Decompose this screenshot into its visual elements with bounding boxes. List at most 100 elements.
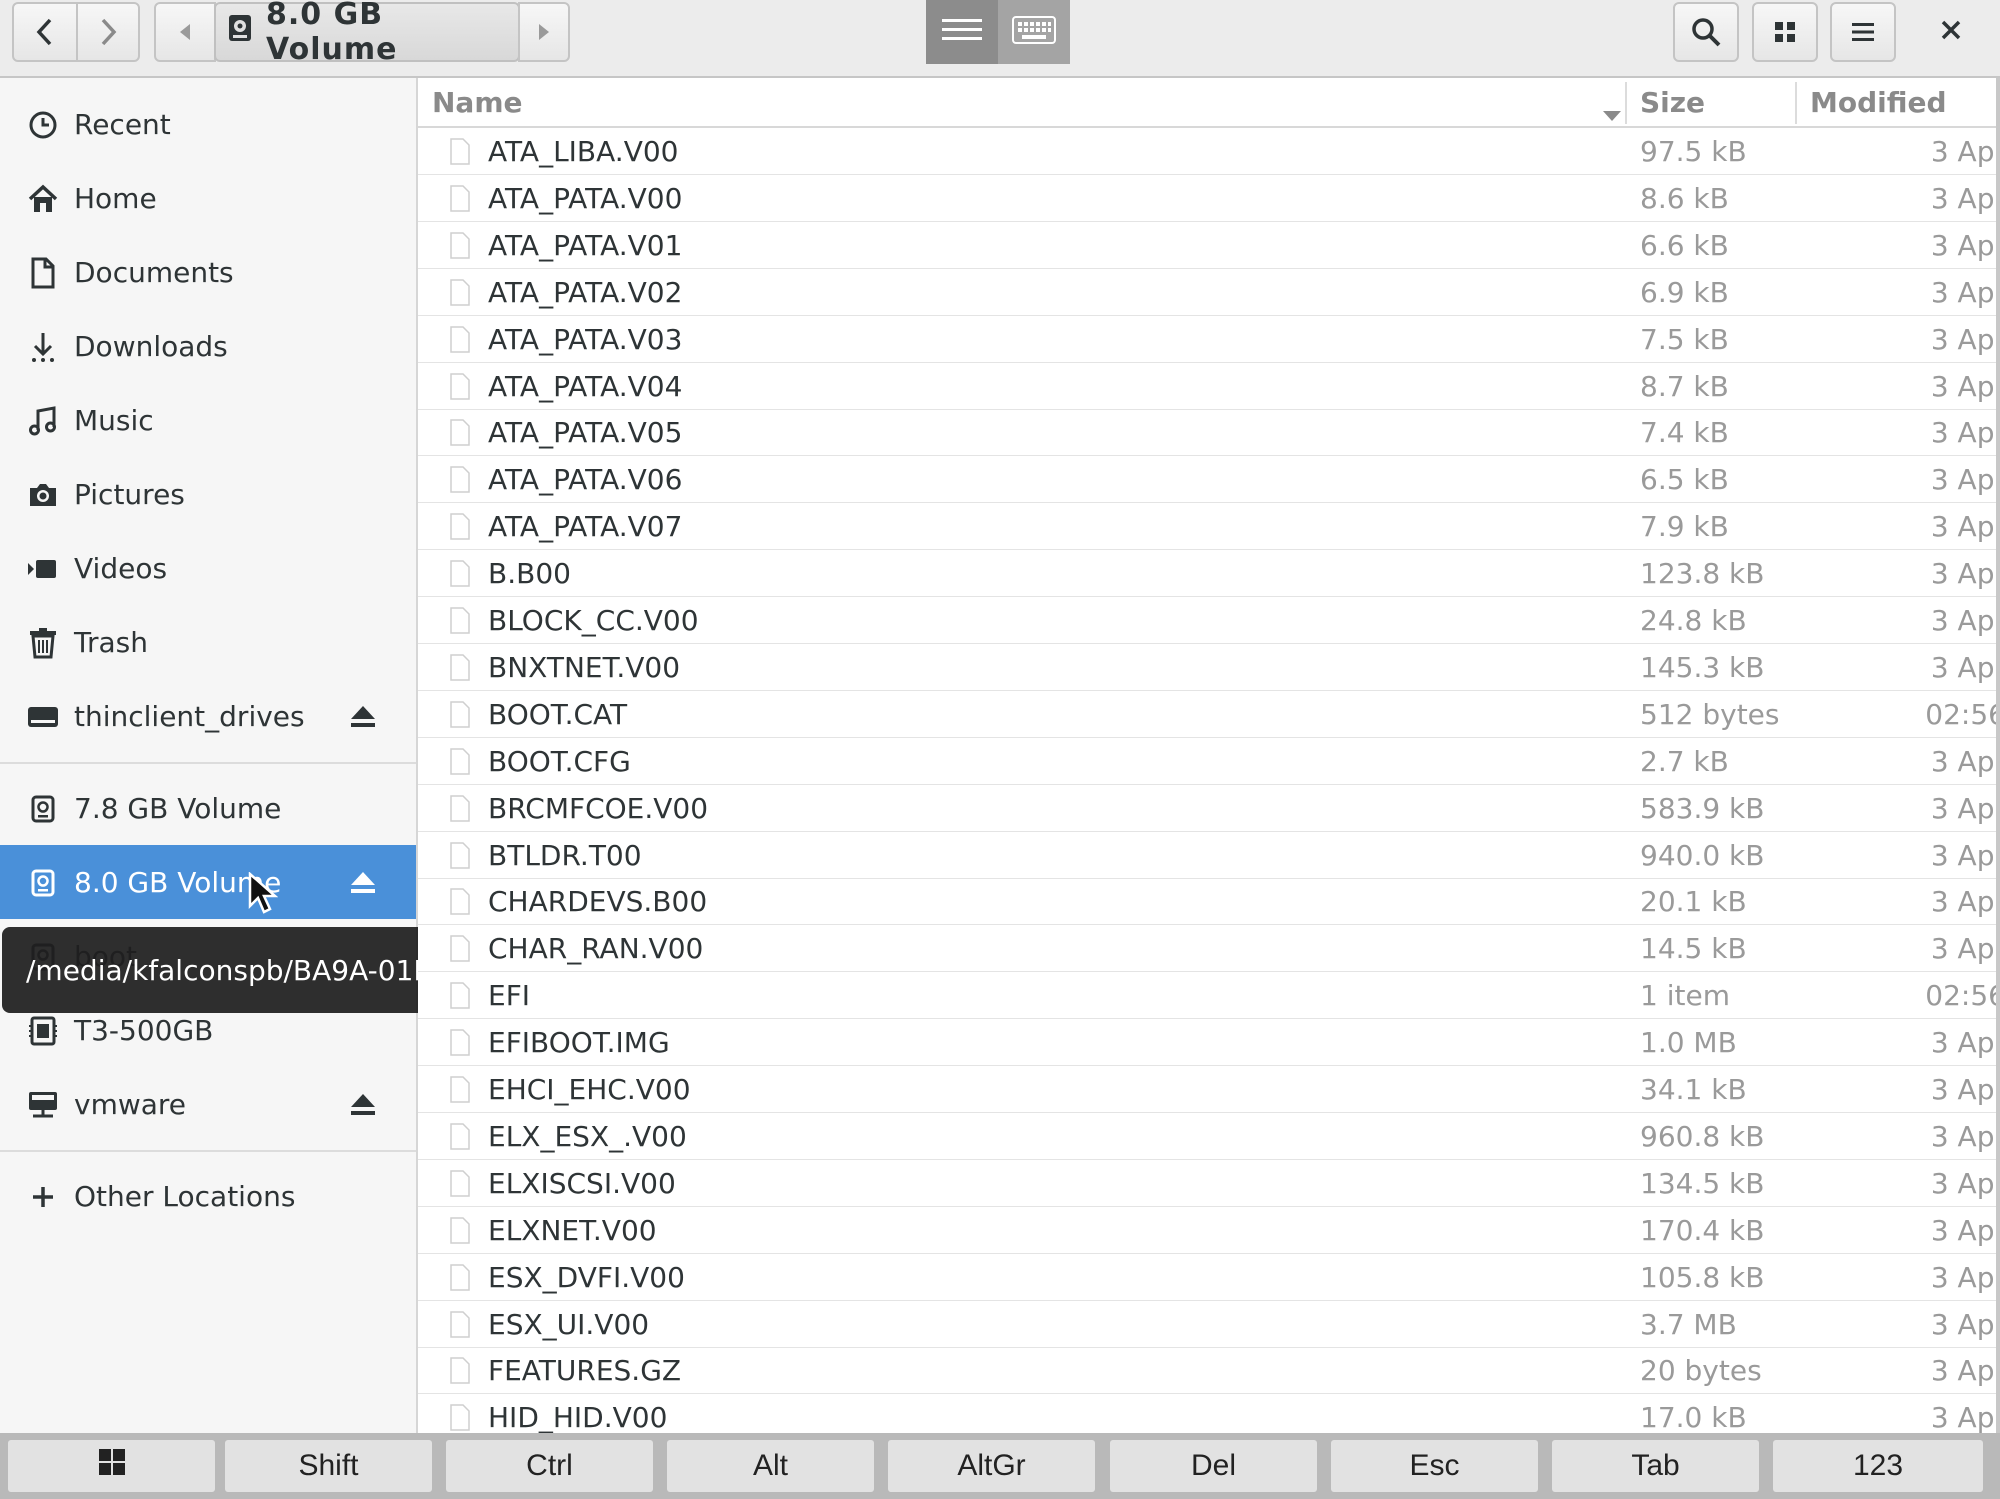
file-size: 20.1 kB [1640,885,1747,919]
menu-button[interactable] [1830,2,1896,62]
sidebar-item-8-0-gb-volume[interactable]: 8.0 GB Volume [0,845,416,919]
sidebar-item-trash[interactable]: Trash [0,605,416,679]
sidebar-item-7-8-gb-volume[interactable]: 7.8 GB Volume [0,771,416,845]
key-windows[interactable] [8,1440,215,1492]
file-modified: 3 Apr [1930,228,2000,262]
file-row[interactable]: ATA_PATA.V07 7.9 kB 3 Apr [418,503,2000,551]
grid-view-button[interactable] [1752,2,1818,62]
file-size: 6.6 kB [1640,228,1729,262]
keyboard-toggle[interactable] [998,0,1070,64]
column-size[interactable]: Size [1640,78,1790,126]
file-size: 105.8 kB [1640,1260,1765,1294]
key-tab[interactable]: Tab [1552,1440,1759,1492]
path-scroll-left-button[interactable] [154,2,216,62]
path-button-current[interactable]: 8.0 GB Volume [214,0,520,67]
eject-icon[interactable] [348,867,378,897]
list-view-toggle[interactable] [926,0,998,64]
column-name[interactable]: Name [432,78,1622,126]
file-row[interactable]: ELXISCSI.V00 134.5 kB 3 Apr [418,1160,2000,1207]
column-modified[interactable]: Modified [1810,78,1990,126]
sidebar-item-label: thinclient_drives [74,699,305,733]
key-shift[interactable]: Shift [225,1440,432,1492]
file-row[interactable]: ATA_PATA.V02 6.9 kB 3 Apr [418,269,2000,316]
key-esc[interactable]: Esc [1331,1440,1538,1492]
file-modified: 3 Apr [1930,1354,2000,1388]
sidebar-item-downloads[interactable]: Downloads [0,309,416,383]
file-row[interactable]: BRCMFCOE.V00 583.9 kB 3 Apr [418,785,2000,832]
file-size: 34.1 kB [1640,1073,1747,1106]
key-del[interactable]: Del [1110,1440,1317,1492]
close-button[interactable] [1918,2,1984,62]
file-row[interactable]: ATA_PATA.V06 6.5 kB 3 Apr [418,456,2000,504]
windows-icon [98,1449,125,1483]
file-name: ATA_LIBA.V00 [488,135,679,168]
sidebar-item-home[interactable]: Home [0,161,416,235]
file-modified: 3 Apr [1930,510,2000,544]
eject-icon[interactable] [348,701,378,731]
search-icon [1691,17,1721,47]
back-button[interactable] [12,2,78,62]
sidebar-item-pictures[interactable]: Pictures [0,457,416,531]
file-modified: 02:56 [1925,979,2000,1013]
file-row[interactable]: EFI 1 item 02:56 [418,972,2000,1020]
sidebar-item-videos[interactable]: Videos [0,531,416,605]
sidebar-item-vmware[interactable]: vmware [0,1067,416,1141]
file-row[interactable]: HID_HID.V00 17.0 kB 3 Apr [418,1394,2000,1433]
file-row[interactable]: ELX_ESX_.V00 960.8 kB 3 Apr [418,1113,2000,1160]
key-alt[interactable]: Alt [667,1440,874,1492]
file-row[interactable]: ATA_PATA.V03 7.5 kB 3 Apr [418,316,2000,363]
sidebar-item-recent[interactable]: Recent [0,87,416,161]
file-icon [450,372,470,400]
tooltip-text: /media/kfalconspb/BA9A-01DD [26,953,457,987]
key-ctrl[interactable]: Ctrl [446,1440,653,1492]
file-row[interactable]: EHCI_EHC.V00 34.1 kB 3 Apr [418,1066,2000,1113]
file-row[interactable]: ESX_DVFI.V00 105.8 kB 3 Apr [418,1254,2000,1301]
file-name: BLOCK_CC.V00 [488,604,699,637]
file-row[interactable]: EFIBOOT.IMG 1.0 MB 3 Apr [418,1019,2000,1067]
file-row[interactable]: ELXNET.V00 170.4 kB 3 Apr [418,1207,2000,1254]
file-row[interactable]: CHAR_RAN.V00 14.5 kB 3 Apr [418,925,2000,973]
column-name-label: Name [432,85,523,119]
column-size-label: Size [1640,85,1706,119]
file-row[interactable]: ATA_PATA.V04 8.7 kB 3 Apr [418,363,2000,410]
eject-icon[interactable] [348,1089,378,1119]
plus-icon [27,1181,59,1213]
triangle-left-icon [178,22,192,42]
file-row[interactable]: ATA_PATA.V05 7.4 kB 3 Apr [418,409,2000,457]
file-size: 7.5 kB [1640,322,1729,356]
file-row[interactable]: CHARDEVS.B00 20.1 kB 3 Apr [418,878,2000,926]
forward-button[interactable] [76,2,140,62]
sidebar-item-documents[interactable]: Documents [0,235,416,309]
path-scroll-right-button[interactable] [518,2,570,62]
sidebar-item-other-locations[interactable]: Other Locations [0,1159,416,1233]
file-row[interactable]: BNXTNET.V00 145.3 kB 3 Apr [418,644,2000,691]
file-modified: 3 Apr [1930,604,2000,637]
file-icon [450,232,470,259]
file-size: 20 bytes [1640,1354,1762,1388]
file-row[interactable]: B.B00 123.8 kB 3 Apr [418,550,2000,598]
key-123[interactable]: 123 [1773,1440,1983,1492]
file-row[interactable]: ATA_PATA.V01 6.6 kB 3 Apr [418,222,2000,269]
file-size: 14.5 kB [1640,932,1747,966]
file-name: ATA_PATA.V02 [488,275,683,309]
file-row[interactable]: ATA_LIBA.V00 97.5 kB 3 Apr [418,128,2000,175]
file-row[interactable]: BOOT.CAT 512 bytes 02:56 [418,691,2000,738]
file-row[interactable]: FEATURES.GZ 20 bytes 3 Apr [418,1347,2000,1395]
file-row[interactable]: ESX_UI.V00 3.7 MB 3 Apr [418,1301,2000,1348]
file-icon [450,278,470,306]
column-divider [1625,82,1627,124]
file-row[interactable]: BOOT.CFG 2.7 kB 3 Apr [418,738,2000,785]
sidebar-item-music[interactable]: Music [0,383,416,457]
file-icon [450,1216,470,1244]
file-size: 1 item [1640,979,1730,1013]
sidebar-item-thinclient-drives[interactable]: thinclient_drives [0,679,416,753]
file-name: BOOT.CAT [488,697,628,731]
search-button[interactable] [1673,2,1739,62]
file-row[interactable]: BTLDR.T00 940.0 kB 3 Apr [418,832,2000,879]
triangle-right-icon [537,22,551,42]
file-name: FEATURES.GZ [488,1354,682,1388]
key-altgr[interactable]: AltGr [888,1440,1095,1492]
file-row[interactable]: ATA_PATA.V00 8.6 kB 3 Apr [418,175,2000,222]
file-row[interactable]: BLOCK_CC.V00 24.8 kB 3 Apr [418,597,2000,644]
file-modified: 3 Apr [1930,557,2000,591]
